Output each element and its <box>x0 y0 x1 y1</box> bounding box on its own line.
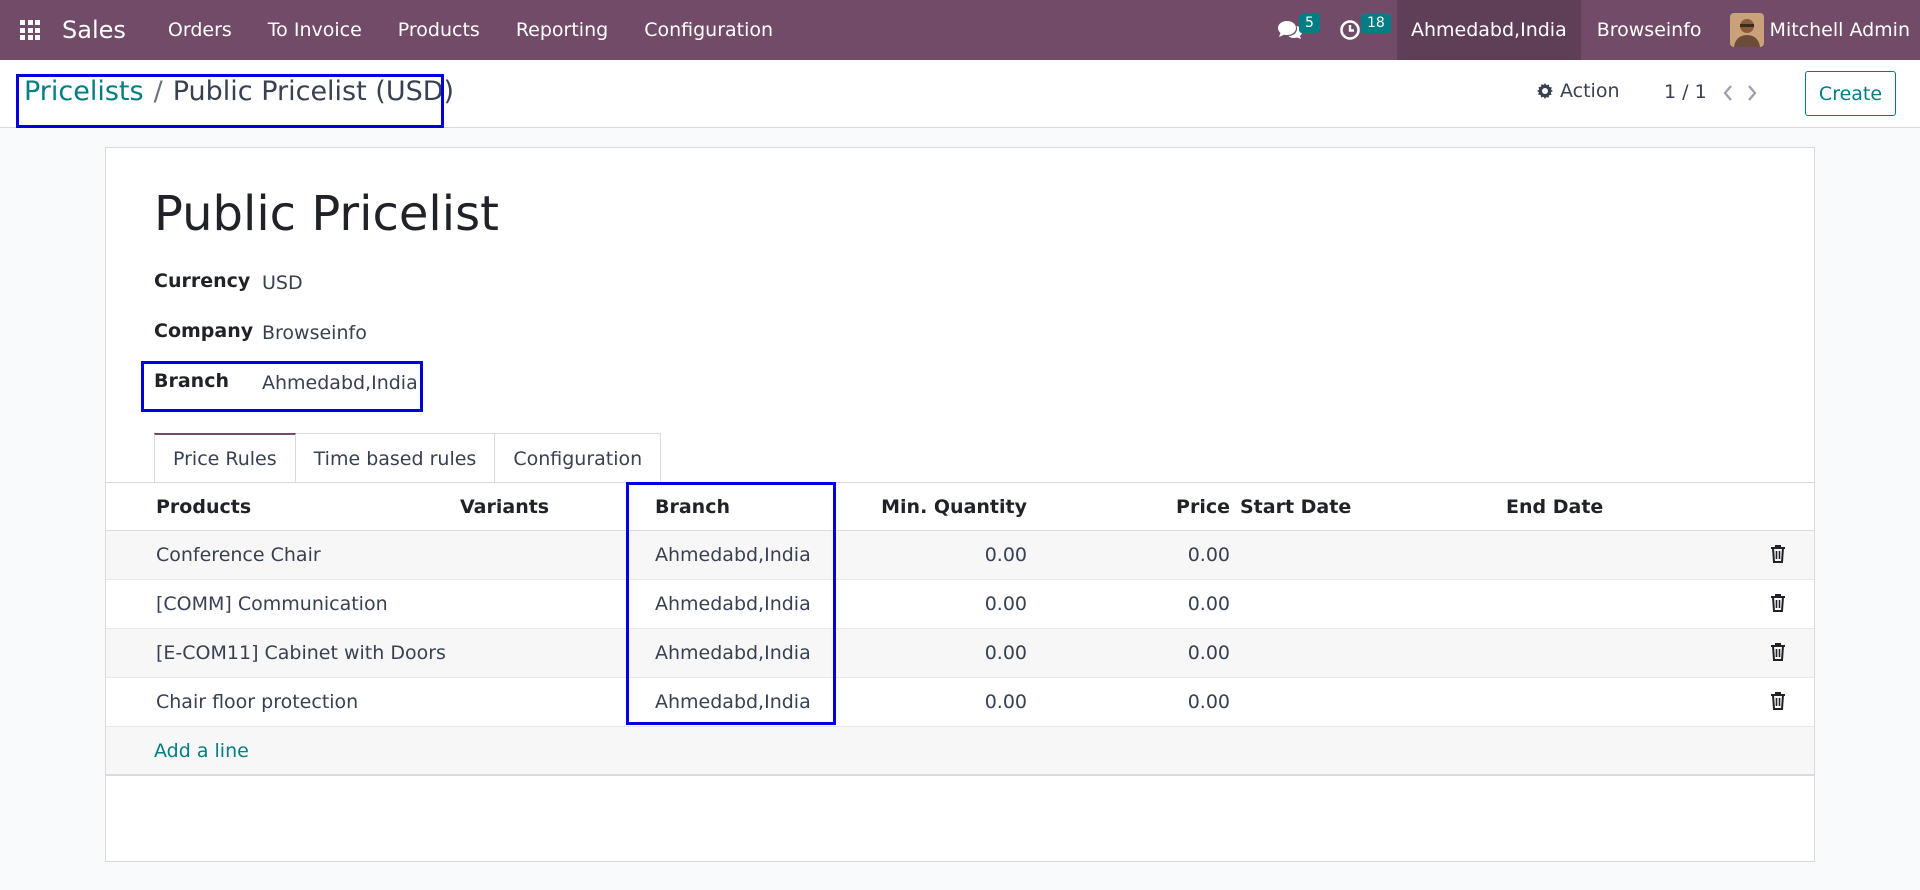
cell-branch: Ahmedabd,India <box>655 544 811 566</box>
top-navbar: Sales Orders To Invoice Products Reporti… <box>0 0 1920 60</box>
delete-row-icon[interactable] <box>1770 594 1786 612</box>
cell-min-quantity: 0.00 <box>984 691 1027 713</box>
menu-configuration[interactable]: Configuration <box>626 0 791 60</box>
menu-to-invoice[interactable]: To Invoice <box>250 0 380 60</box>
control-panel: Pricelists / Public Pricelist (USD) Acti… <box>0 60 1920 128</box>
breadcrumb-separator: / <box>153 76 163 107</box>
activities-count-badge: 18 <box>1360 13 1391 33</box>
user-menu[interactable]: Mitchell Admin <box>1718 0 1920 60</box>
branch-field[interactable]: Ahmedabd,India <box>262 372 418 394</box>
cell-min-quantity: 0.00 <box>984 544 1027 566</box>
messages-button[interactable]: 5 <box>1263 0 1325 60</box>
cell-price: 0.00 <box>1187 691 1230 713</box>
breadcrumb: Pricelists / Public Pricelist (USD) <box>24 76 454 107</box>
table-row[interactable]: [E-COM11] Cabinet with Doors Ahmedabd,In… <box>106 629 1814 678</box>
pager-next-icon[interactable] <box>1746 84 1758 102</box>
column-branch[interactable]: Branch <box>655 496 730 518</box>
tab-price-rules[interactable]: Price Rules <box>154 433 296 483</box>
tab-configuration[interactable]: Configuration <box>495 433 662 483</box>
cell-product: Conference Chair <box>156 544 321 566</box>
breadcrumb-current: Public Pricelist (USD) <box>172 76 455 107</box>
breadcrumb-pricelists-link[interactable]: Pricelists <box>24 76 144 107</box>
pager-previous-icon[interactable] <box>1722 84 1734 102</box>
company-field[interactable]: Browseinfo <box>262 322 367 344</box>
notebook-tabs: Price Rules Time based rules Configurati… <box>154 433 662 483</box>
cell-branch: Ahmedabd,India <box>655 642 811 664</box>
cell-price: 0.00 <box>1187 544 1230 566</box>
price-rules-table: Products Variants Branch Min. Quantity P… <box>106 483 1814 776</box>
add-line-row: Add a line <box>106 727 1814 776</box>
menu-reporting[interactable]: Reporting <box>498 0 626 60</box>
add-a-line-link[interactable]: Add a line <box>154 740 249 762</box>
cell-min-quantity: 0.00 <box>984 642 1027 664</box>
branch-label: Branch <box>154 370 229 392</box>
branch-switcher[interactable]: Ahmedabd,India <box>1396 0 1581 60</box>
activities-button[interactable]: 18 <box>1325 0 1397 60</box>
messages-count-badge: 5 <box>1298 13 1320 33</box>
column-end-date[interactable]: End Date <box>1506 496 1603 518</box>
currency-field[interactable]: USD <box>262 272 303 294</box>
column-price[interactable]: Price <box>1106 496 1230 518</box>
form-sheet: Public Pricelist Currency USD Company Br… <box>105 147 1815 862</box>
avatar <box>1729 13 1764 47</box>
cell-price: 0.00 <box>1187 642 1230 664</box>
delete-row-icon[interactable] <box>1770 643 1786 661</box>
menu-orders[interactable]: Orders <box>150 0 250 60</box>
action-label: Action <box>1560 80 1620 102</box>
column-variants[interactable]: Variants <box>460 496 549 518</box>
pricelist-title[interactable]: Public Pricelist <box>154 186 499 242</box>
table-body: Conference Chair Ahmedabd,India 0.00 0.0… <box>106 531 1814 776</box>
table-row[interactable]: Conference Chair Ahmedabd,India 0.00 0.0… <box>106 531 1814 580</box>
cell-branch: Ahmedabd,India <box>655 691 811 713</box>
tab-time-based-rules[interactable]: Time based rules <box>295 433 496 483</box>
currency-label: Currency <box>154 270 251 292</box>
apps-menu-icon[interactable] <box>0 0 60 60</box>
company-label: Company <box>154 320 254 342</box>
cell-branch: Ahmedabd,India <box>655 593 811 615</box>
pager-arrows <box>1722 84 1758 102</box>
cell-product: Chair floor protection <box>156 691 359 713</box>
clock-icon <box>1340 20 1360 40</box>
table-row[interactable]: [COMM] Communication Ahmedabd,India 0.00… <box>106 580 1814 629</box>
company-switcher[interactable]: Browseinfo <box>1581 0 1718 60</box>
column-products[interactable]: Products <box>156 496 251 518</box>
action-menu-button[interactable]: Action <box>1536 80 1620 102</box>
gear-icon <box>1537 83 1553 99</box>
cell-min-quantity: 0.00 <box>984 593 1027 615</box>
app-name[interactable]: Sales <box>60 16 128 44</box>
cell-price: 0.00 <box>1187 593 1230 615</box>
cell-product: [COMM] Communication <box>156 593 388 615</box>
table-row[interactable]: Chair floor protection Ahmedabd,India 0.… <box>106 678 1814 727</box>
table-header: Products Variants Branch Min. Quantity P… <box>106 483 1814 531</box>
column-start-date[interactable]: Start Date <box>1240 496 1351 518</box>
user-name: Mitchell Admin <box>1769 19 1910 41</box>
delete-row-icon[interactable] <box>1770 545 1786 563</box>
cell-product: [E-COM11] Cabinet with Doors <box>156 642 446 664</box>
column-min-quantity[interactable]: Min. Quantity <box>851 496 1027 518</box>
create-button[interactable]: Create <box>1805 71 1896 116</box>
delete-row-icon[interactable] <box>1770 692 1786 710</box>
pager-value[interactable]: 1 / 1 <box>1664 81 1707 103</box>
menu-products[interactable]: Products <box>380 0 498 60</box>
